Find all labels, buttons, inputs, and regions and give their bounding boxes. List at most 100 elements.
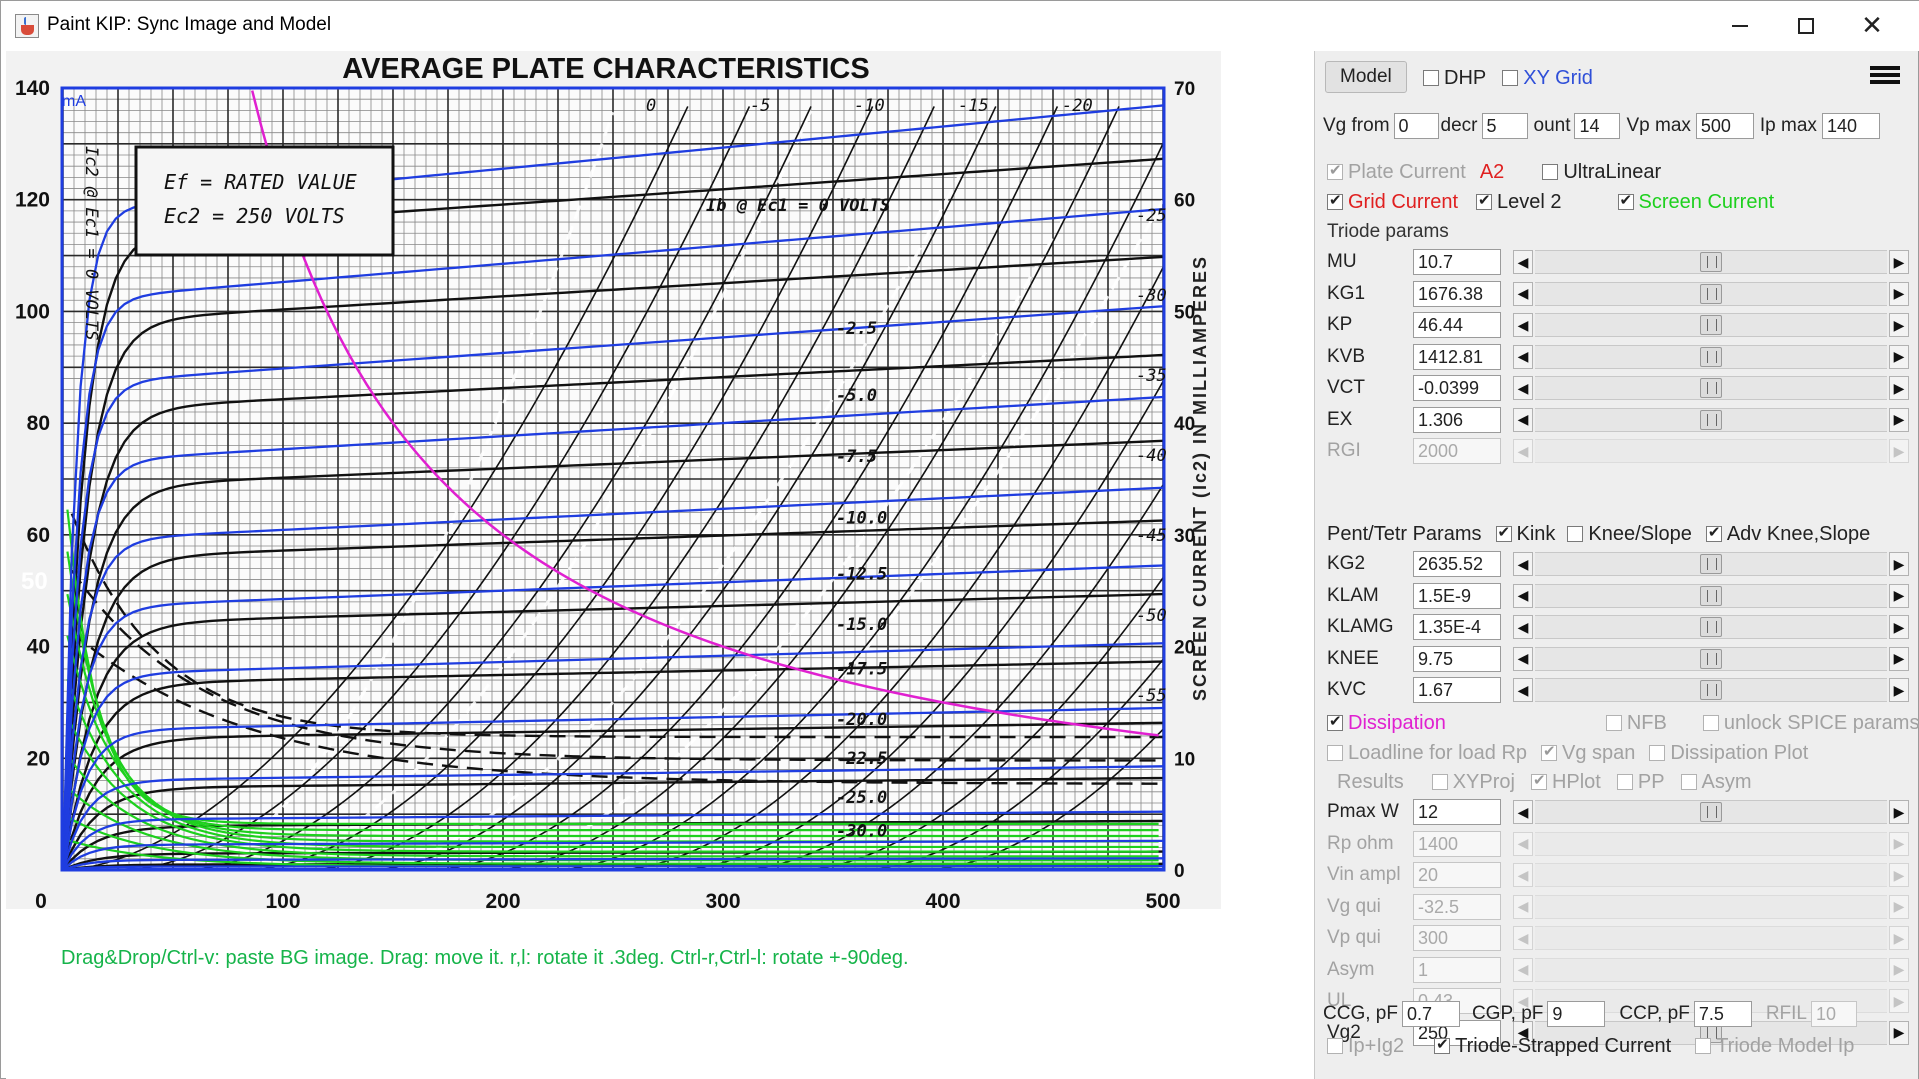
slider-thumb[interactable]: [1700, 617, 1722, 637]
pp-checkbox[interactable]: [1616, 774, 1633, 790]
mu-input[interactable]: 10.7: [1413, 249, 1501, 275]
slider-right-arrow-icon[interactable]: ▶: [1889, 831, 1909, 856]
klamg-slider[interactable]: ◀ ▶: [1513, 615, 1909, 639]
screen-current-checkbox[interactable]: [1617, 191, 1634, 210]
slider-right-arrow-icon[interactable]: ▶: [1889, 678, 1909, 702]
dhp-checkbox[interactable]: [1423, 70, 1439, 86]
menu-button[interactable]: [1870, 63, 1900, 93]
triode-strapped-checkbox[interactable]: [1434, 1035, 1451, 1054]
slider-right-arrow-icon[interactable]: ▶: [1889, 344, 1909, 369]
slider-thumb[interactable]: [1700, 680, 1722, 700]
xy-grid-checkbox[interactable]: [1502, 70, 1519, 86]
loadline-checkbox[interactable]: [1327, 745, 1343, 761]
slider-track[interactable]: [1535, 344, 1887, 369]
klam-slider[interactable]: ◀ ▶: [1513, 583, 1909, 608]
dissipation-checkbox[interactable]: [1327, 712, 1343, 731]
rfil-input[interactable]: 10: [1811, 1001, 1858, 1027]
slider-right-arrow-icon[interactable]: ▶: [1889, 646, 1909, 671]
slider-left-arrow-icon[interactable]: ◀: [1513, 863, 1533, 887]
slider-thumb[interactable]: [1700, 648, 1722, 669]
cgp-input[interactable]: 9: [1547, 1001, 1606, 1027]
ex-slider[interactable]: ◀ ▶: [1513, 407, 1909, 432]
maximize-button[interactable]: [1773, 1, 1839, 51]
kvb-slider[interactable]: ◀ ▶: [1513, 344, 1909, 369]
rgi-input[interactable]: 2000: [1413, 438, 1501, 464]
count-input[interactable]: 14: [1574, 113, 1621, 139]
vg-qui-slider[interactable]: ◀ ▶: [1513, 894, 1909, 919]
slider-thumb[interactable]: [1700, 378, 1722, 398]
slider-track[interactable]: [1535, 894, 1887, 919]
rp-ohm-input[interactable]: 1400: [1413, 830, 1501, 857]
kg2-input[interactable]: 2635.52: [1413, 551, 1501, 577]
slider-left-arrow-icon[interactable]: ◀: [1513, 957, 1533, 982]
slider-track[interactable]: [1535, 678, 1887, 702]
kp-slider[interactable]: ◀ ▶: [1513, 313, 1909, 337]
slider-right-arrow-icon[interactable]: ▶: [1889, 552, 1909, 576]
slider-right-arrow-icon[interactable]: ▶: [1889, 989, 1909, 1013]
asym-slider[interactable]: ◀ ▶: [1513, 957, 1909, 982]
slider-track[interactable]: [1535, 646, 1887, 671]
vin-ampl-input[interactable]: 20: [1413, 862, 1501, 888]
slider-track[interactable]: [1535, 281, 1887, 306]
plate-current-checkbox[interactable]: [1327, 161, 1343, 180]
slider-left-arrow-icon[interactable]: ◀: [1513, 926, 1533, 950]
kg1-input[interactable]: 1676.38: [1413, 280, 1501, 307]
slider-left-arrow-icon[interactable]: ◀: [1513, 678, 1533, 702]
klam-input[interactable]: 1.5E-9: [1413, 582, 1501, 609]
knee-input[interactable]: 9.75: [1413, 645, 1501, 672]
slider-left-arrow-icon[interactable]: ◀: [1513, 894, 1533, 919]
slider-track[interactable]: [1535, 863, 1887, 887]
kg1-slider[interactable]: ◀ ▶: [1513, 281, 1909, 306]
slider-track[interactable]: [1535, 552, 1887, 576]
vin-ampl-slider[interactable]: ◀ ▶: [1513, 863, 1909, 887]
slider-right-arrow-icon[interactable]: ▶: [1889, 615, 1909, 639]
grid-current-checkbox[interactable]: [1327, 191, 1343, 210]
vct-input[interactable]: -0.0399: [1413, 375, 1501, 401]
kvb-input[interactable]: 1412.81: [1413, 343, 1501, 370]
vct-slider[interactable]: ◀ ▶: [1513, 376, 1909, 400]
slider-left-arrow-icon[interactable]: ◀: [1513, 250, 1533, 274]
slider-right-arrow-icon[interactable]: ▶: [1889, 439, 1909, 463]
results-button[interactable]: Results: [1337, 771, 1404, 794]
pmax-w-input[interactable]: 12: [1413, 799, 1501, 825]
slider-thumb[interactable]: [1700, 252, 1722, 272]
slider-thumb[interactable]: [1700, 315, 1722, 335]
slider-thumb[interactable]: [1700, 283, 1722, 304]
pmax-w-slider[interactable]: ◀ ▶: [1513, 800, 1909, 824]
knee-slope-checkbox[interactable]: [1567, 526, 1584, 542]
kg2-slider[interactable]: ◀ ▶: [1513, 552, 1909, 576]
slider-left-arrow-icon[interactable]: ◀: [1513, 831, 1533, 856]
slider-thumb[interactable]: [1700, 585, 1722, 606]
slider-right-arrow-icon[interactable]: ▶: [1889, 894, 1909, 919]
hplot-checkbox[interactable]: [1530, 771, 1547, 790]
slider-thumb[interactable]: [1700, 802, 1722, 822]
ip-ig2-checkbox[interactable]: [1327, 1038, 1343, 1054]
slider-track[interactable]: [1535, 439, 1887, 463]
slider-thumb[interactable]: [1700, 409, 1722, 430]
level2-checkbox[interactable]: [1476, 191, 1493, 210]
slider-track[interactable]: [1535, 583, 1887, 608]
vp-qui-slider[interactable]: ◀ ▶: [1513, 926, 1909, 950]
klamg-input[interactable]: 1.35E-4: [1413, 614, 1501, 640]
plot-canvas[interactable]: AVERAGE PLATE CHARACTERISTICS Ef = RATED…: [6, 51, 1320, 1079]
slider-left-arrow-icon[interactable]: ◀: [1513, 376, 1533, 400]
rp-ohm-slider[interactable]: ◀ ▶: [1513, 831, 1909, 856]
model-button[interactable]: Model: [1325, 61, 1407, 93]
xyproj-checkbox[interactable]: [1431, 774, 1448, 790]
decr-input[interactable]: 5: [1481, 113, 1528, 139]
rgi-slider[interactable]: ◀ ▶: [1513, 439, 1909, 463]
slider-track[interactable]: [1535, 407, 1887, 432]
ccg-input[interactable]: 0.7: [1401, 1001, 1460, 1027]
slider-left-arrow-icon[interactable]: ◀: [1513, 407, 1533, 432]
ultralinear-checkbox[interactable]: [1542, 164, 1559, 180]
vp-max-input[interactable]: 500: [1695, 113, 1754, 139]
knee-slider[interactable]: ◀ ▶: [1513, 646, 1909, 671]
slider-right-arrow-icon[interactable]: ▶: [1889, 376, 1909, 400]
slider-right-arrow-icon[interactable]: ▶: [1889, 407, 1909, 432]
minimize-button[interactable]: [1707, 1, 1773, 51]
adv-knee-slope-checkbox[interactable]: [1705, 523, 1722, 542]
unlock-spice-checkbox[interactable]: [1702, 715, 1719, 731]
slider-track[interactable]: [1535, 376, 1887, 400]
dissipation-plot-checkbox[interactable]: [1649, 745, 1666, 761]
slider-left-arrow-icon[interactable]: ◀: [1513, 583, 1533, 608]
